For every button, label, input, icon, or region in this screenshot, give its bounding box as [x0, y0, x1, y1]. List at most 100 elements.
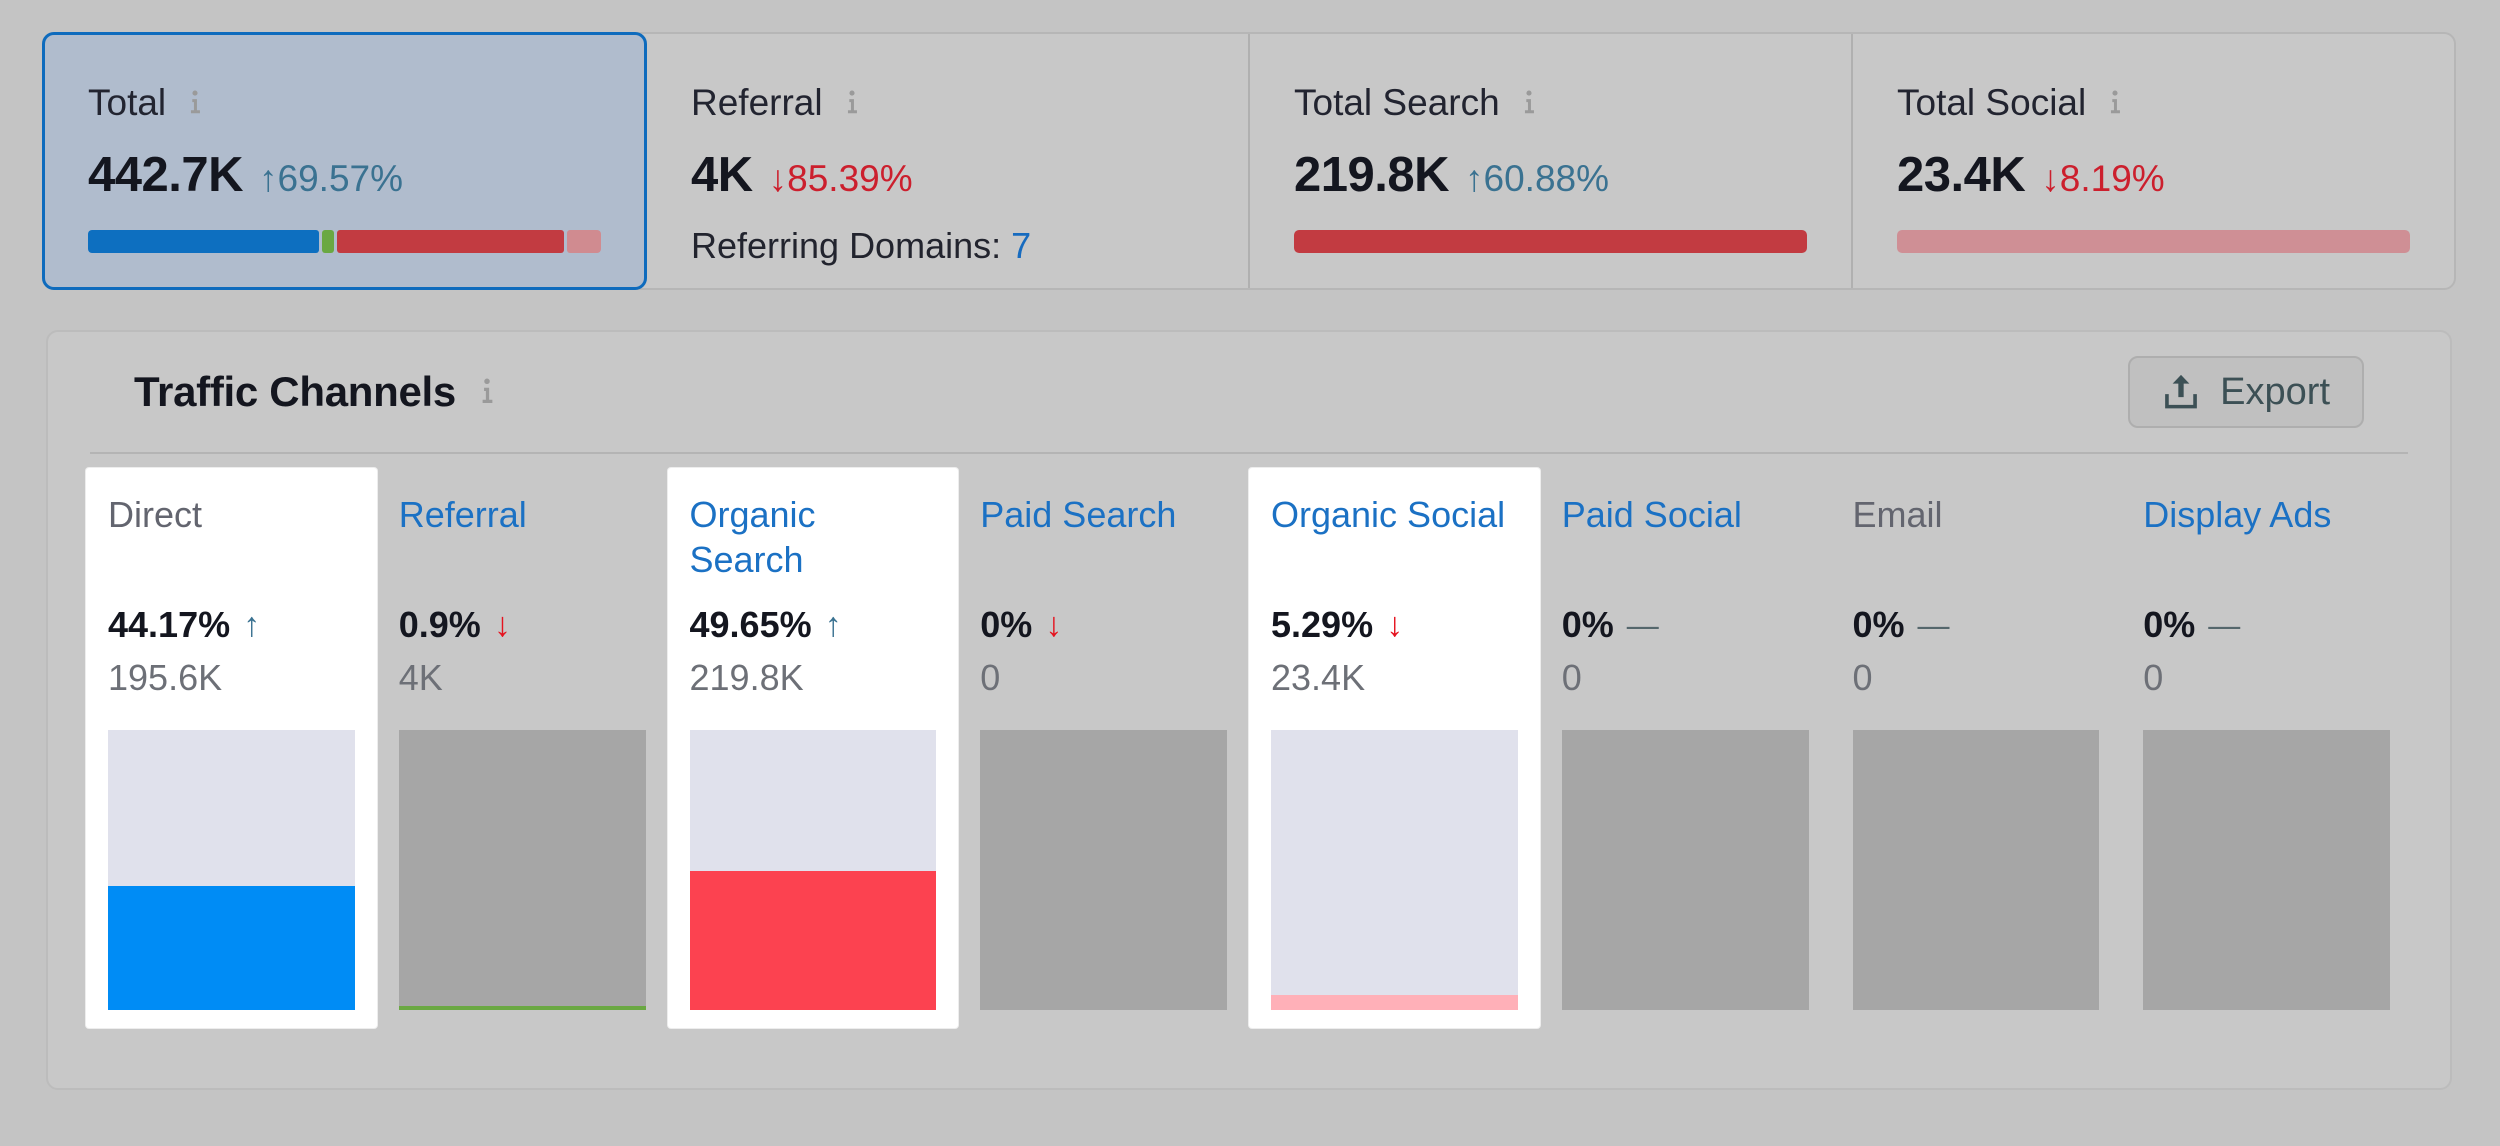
- channel-absolute-value: 0: [1853, 656, 2100, 700]
- channel-percent-row: 5.29% ↓: [1271, 604, 1518, 646]
- channel-percent: 0%: [1853, 604, 1905, 646]
- info-icon[interactable]: [1517, 89, 1541, 117]
- panel-header: Traffic Channels Export: [90, 332, 2408, 454]
- channel-columns: Direct 44.17% ↑ 195.6K Referral 0.9% ↓ 4K Organi…: [48, 468, 2450, 1068]
- export-button[interactable]: Export: [2128, 356, 2364, 428]
- channel-column-display-ads[interactable]: Display Ads 0% — 0: [2121, 468, 2412, 1028]
- trend-down-icon: ↓: [1386, 604, 1403, 646]
- channel-percent: 5.29%: [1271, 604, 1373, 646]
- channel-absolute-value: 219.8K: [690, 656, 937, 700]
- channel-bar: [1853, 730, 2100, 1010]
- channel-column-paid-search[interactable]: Paid Search 0%↓ 0: [958, 468, 1249, 1028]
- kpi-bar-segment: [88, 230, 319, 253]
- channel-bar-fill: [1271, 995, 1518, 1010]
- kpi-distribution-bar: [88, 230, 601, 253]
- channel-bar: [399, 730, 646, 1010]
- channel-bar: [980, 730, 1227, 1010]
- channel-absolute-value: 4K: [399, 656, 646, 700]
- kpi-card-title: Referral: [691, 80, 823, 126]
- channel-percent: 44.17%: [108, 604, 230, 646]
- channel-bar: [108, 730, 355, 1010]
- kpi-bar-segment: [337, 230, 565, 253]
- channel-column-referral[interactable]: Referral 0.9% ↓ 4K: [377, 468, 668, 1028]
- channel-name[interactable]: Organic Social: [1271, 492, 1518, 582]
- channel-name[interactable]: Paid Social: [1562, 492, 1809, 582]
- kpi-bar-segment: [1897, 230, 2410, 253]
- channel-column-paid-social[interactable]: Paid Social 0%— 0: [1540, 468, 1831, 1028]
- kpi-value-row: 219.8K↑60.88%: [1294, 146, 1807, 204]
- channel-name: Direct: [108, 492, 355, 582]
- channel-absolute-value: 0: [980, 656, 1227, 700]
- info-icon[interactable]: [2103, 89, 2127, 117]
- kpi-delta: ↓8.19%: [2041, 150, 2164, 208]
- traffic-channels-panel: Traffic Channels Export Direct 44.17% ↑ 195…: [46, 330, 2452, 1090]
- trend-up-icon: ↑: [825, 604, 842, 646]
- kpi-card-header: Total Search: [1294, 80, 1807, 126]
- channel-bar: [690, 730, 937, 1010]
- kpi-card-total-search[interactable]: Total Search219.8K↑60.88%: [1250, 34, 1853, 288]
- channel-name: Email: [1853, 492, 2100, 582]
- kpi-card-total[interactable]: Total442.7K↑69.57%: [42, 32, 647, 290]
- kpi-card-title: Total: [88, 80, 166, 126]
- kpi-bar-segment: [322, 230, 334, 253]
- info-icon[interactable]: [474, 377, 500, 407]
- kpi-cards-row: Total442.7K↑69.57%Referral4K↓85.39%Refer…: [42, 32, 2456, 290]
- trend-up-icon: ↑: [243, 604, 260, 646]
- kpi-value: 4K: [691, 146, 753, 204]
- trend-down-icon: ↓: [494, 604, 511, 646]
- kpi-card-header: Total: [88, 80, 601, 126]
- trend-down-icon: ↓: [1045, 604, 1062, 646]
- channel-column-email[interactable]: Email 0% — 0: [1831, 468, 2122, 1028]
- channel-bar: [1271, 730, 1518, 1010]
- kpi-delta: ↑69.57%: [259, 150, 403, 208]
- channel-name[interactable]: Organic Search: [690, 492, 937, 582]
- info-icon[interactable]: [183, 89, 207, 117]
- channel-percent-row: 49.65% ↑: [690, 604, 937, 646]
- channel-absolute-value: 0: [1562, 656, 1809, 700]
- referring-domains-value[interactable]: 7: [1011, 225, 1031, 266]
- info-icon[interactable]: [840, 89, 864, 117]
- referring-domains-row: Referring Domains: 7: [691, 224, 1204, 268]
- channel-bar-fill: [690, 871, 937, 1010]
- kpi-value-row: 442.7K↑69.57%: [88, 146, 601, 204]
- channel-percent-row: 0% —: [1853, 604, 2100, 646]
- kpi-value: 23.4K: [1897, 146, 2025, 204]
- page-title: Traffic Channels: [134, 371, 456, 413]
- channel-percent-row: 0% —: [2143, 604, 2390, 646]
- channel-percent: 49.65%: [690, 604, 812, 646]
- channel-name[interactable]: Referral: [399, 492, 646, 582]
- channel-percent: 0.9%: [399, 604, 481, 646]
- trend-flat-icon: —: [1627, 604, 1659, 646]
- export-upload-icon: [2162, 372, 2200, 412]
- kpi-value: 442.7K: [88, 146, 243, 204]
- kpi-value-row: 4K↓85.39%: [691, 146, 1204, 204]
- kpi-bar-segment: [1294, 230, 1807, 253]
- kpi-card-header: Referral: [691, 80, 1204, 126]
- kpi-card-total-social[interactable]: Total Social23.4K↓8.19%: [1853, 34, 2454, 288]
- channel-absolute-value: 0: [2143, 656, 2390, 700]
- kpi-value: 219.8K: [1294, 146, 1449, 204]
- channel-percent: 0%: [2143, 604, 2195, 646]
- channel-absolute-value: 195.6K: [108, 656, 355, 700]
- channel-column-organic-search[interactable]: Organic Search 49.65% ↑ 219.8K: [668, 468, 959, 1028]
- channel-percent-row: 44.17% ↑: [108, 604, 355, 646]
- channel-column-direct[interactable]: Direct 44.17% ↑ 195.6K: [86, 468, 377, 1028]
- kpi-delta: ↑60.88%: [1465, 150, 1609, 208]
- kpi-card-title: Total Social: [1897, 80, 2086, 126]
- kpi-value-row: 23.4K↓8.19%: [1897, 146, 2410, 204]
- channel-name[interactable]: Paid Search: [980, 492, 1227, 582]
- kpi-card-title: Total Search: [1294, 80, 1500, 126]
- trend-flat-icon: —: [1918, 604, 1950, 646]
- kpi-card-referral[interactable]: Referral 4K↓85.39% Referring Domains: 7: [647, 34, 1250, 288]
- channel-percent-row: 0%↓: [980, 604, 1227, 646]
- traffic-overview-page: Total442.7K↑69.57%Referral4K↓85.39%Refer…: [0, 0, 2500, 1146]
- kpi-distribution-bar: [1897, 230, 2410, 253]
- referring-domains-label: Referring Domains:: [691, 225, 1001, 266]
- channel-name[interactable]: Display Ads: [2143, 492, 2390, 582]
- trend-flat-icon: —: [2208, 604, 2240, 646]
- kpi-distribution-bar: [1294, 230, 1807, 253]
- channel-bar: [2143, 730, 2390, 1010]
- channel-column-organic-social[interactable]: Organic Social5.29%↓23.4K: [1249, 468, 1540, 1028]
- channel-bar: [1562, 730, 1809, 1010]
- channel-percent-row: 0%—: [1562, 604, 1809, 646]
